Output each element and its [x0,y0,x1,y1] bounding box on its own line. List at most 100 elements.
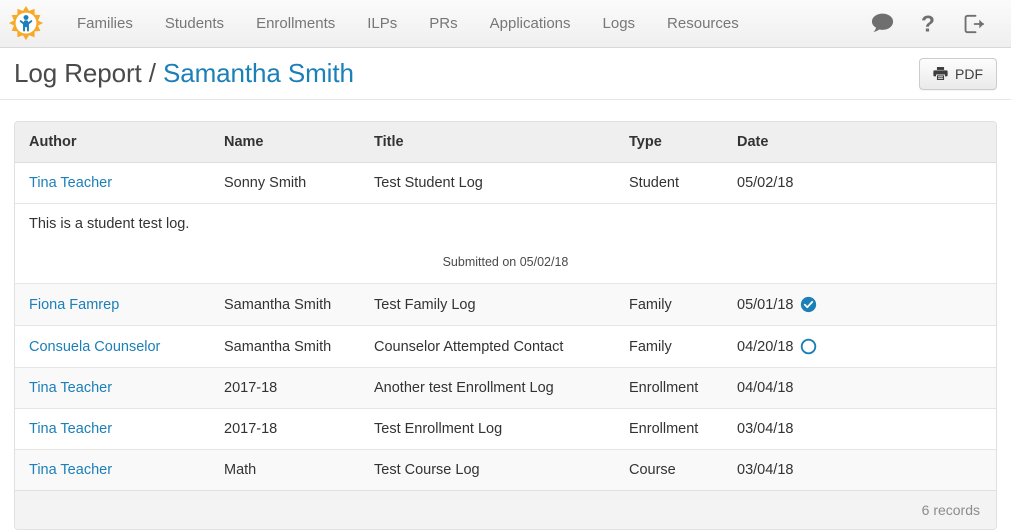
table-row[interactable]: Consuela Counselor Samantha Smith Counse… [15,325,996,368]
cell-date: 05/02/18 [723,162,996,204]
cell-name: 2017-18 [210,408,360,450]
date-value: 03/04/18 [737,421,794,438]
cell-type: Family [615,325,723,368]
column-header-name[interactable]: Name [210,122,360,163]
log-table-header: Author Name Title Type Date [15,122,996,163]
table-header-row: Author Name Title Type Date [15,122,996,163]
pdf-button-label: PDF [955,65,983,82]
nav-link-students[interactable]: Students [149,1,240,47]
nav-link-logs[interactable]: Logs [587,1,652,47]
cell-author: Tina Teacher [15,408,210,450]
page-title-prefix: Log Report / [14,58,164,88]
log-table-panel: Author Name Title Type Date Tina Teacher… [14,121,997,530]
record-count: 6 records [921,502,980,519]
table-row[interactable]: Tina Teacher Math Test Course Log Course… [15,449,996,491]
cell-date: 05/01/18 [723,283,996,326]
nav-link-ilps[interactable]: ILPs [351,1,413,47]
date-with-status: 05/01/18 [737,296,817,313]
log-detail-body: This is a student test log. [29,216,190,232]
pdf-button[interactable]: PDF [919,57,997,90]
nav-link-applications[interactable]: Applications [474,1,587,47]
column-header-title[interactable]: Title [360,122,615,163]
nav-item-students[interactable]: Students [149,0,240,47]
page-title-subject: Samantha Smith [163,58,354,88]
nav-link-resources[interactable]: Resources [651,1,755,47]
nav-link-enrollments[interactable]: Enrollments [240,1,351,47]
cell-author: Tina Teacher [15,449,210,491]
log-table: Author Name Title Type Date Tina Teacher… [15,122,996,491]
column-header-type[interactable]: Type [615,122,723,163]
nav-actions: ? [859,1,997,47]
cell-type: Enrollment [615,408,723,450]
printer-icon [933,67,948,80]
date-with-status: 04/20/18 [737,338,817,355]
log-detail-row: This is a student test log. Submitted on… [15,202,996,284]
cell-date: 04/04/18 [723,367,996,409]
cell-title: Another test Enrollment Log [360,367,615,409]
table-footer: 6 records [15,490,996,530]
nav-link-families[interactable]: Families [61,1,149,47]
check-circle-filled-icon [801,297,817,313]
author-link[interactable]: Tina Teacher [29,462,112,478]
cell-title: Test Family Log [360,283,615,326]
table-row[interactable]: Tina Teacher 2017-18 Another test Enroll… [15,367,996,409]
date-with-status: 03/04/18 [737,421,793,437]
date-value: 04/20/18 [737,338,794,355]
date-with-status: 04/04/18 [737,380,793,396]
cell-type: Student [615,162,723,204]
cell-type: Course [615,449,723,491]
date-value: 03/04/18 [737,462,794,479]
circle-outline-icon [801,339,817,355]
chat-bubble-icon [871,13,893,32]
cell-name: Math [210,449,360,491]
table-row[interactable]: Tina Teacher 2017-18 Test Enrollment Log… [15,408,996,450]
nav-item-prs[interactable]: PRs [413,0,473,47]
messages-button[interactable] [859,1,905,47]
app-logo[interactable] [5,3,47,45]
page-title: Log Report / Samantha Smith [14,58,354,89]
nav-item-families[interactable]: Families [61,0,149,47]
nav-menu: Families Students Enrollments ILPs PRs A… [61,0,755,47]
date-value: 05/02/18 [737,175,794,191]
sun-person-logo-icon [8,5,44,40]
top-navbar: Families Students Enrollments ILPs PRs A… [0,0,1011,48]
cell-author: Consuela Counselor [15,325,210,368]
page-header: Log Report / Samantha Smith PDF [0,48,1011,100]
nav-item-resources[interactable]: Resources [651,0,755,47]
date-value: 04/04/18 [737,380,794,397]
date-value: 05/01/18 [737,296,794,313]
question-mark-icon: ? [921,11,935,37]
help-button[interactable]: ? [905,1,951,47]
cell-name: 2017-18 [210,367,360,409]
author-link[interactable]: Tina Teacher [29,380,112,396]
nav-link-prs[interactable]: PRs [413,1,473,47]
log-table-body: Tina Teacher Sonny Smith Test Student Lo… [15,162,996,491]
author-link[interactable]: Tina Teacher [29,421,112,437]
nav-item-applications[interactable]: Applications [474,0,587,47]
cell-title: Test Enrollment Log [360,408,615,450]
cell-date: 03/04/18 [723,449,996,491]
cell-name: Samantha Smith [210,325,360,368]
cell-name: Samantha Smith [210,283,360,326]
cell-date: 03/04/18 [723,408,996,450]
nav-item-enrollments[interactable]: Enrollments [240,0,351,47]
cell-title: Test Student Log [360,162,615,204]
cell-type: Enrollment [615,367,723,409]
logout-icon [964,14,985,33]
cell-author: Fiona Famrep [15,283,210,326]
logout-button[interactable] [951,1,997,47]
cell-date: 04/20/18 [723,325,996,368]
author-link[interactable]: Fiona Famrep [29,297,119,313]
date-with-status: 05/02/18 [737,175,793,191]
date-with-status: 03/04/18 [737,462,793,478]
column-header-date[interactable]: Date [723,122,996,163]
cell-name: Sonny Smith [210,162,360,204]
author-link[interactable]: Consuela Counselor [29,339,160,355]
nav-item-logs[interactable]: Logs [587,0,652,47]
table-row[interactable]: Tina Teacher Sonny Smith Test Student Lo… [15,162,996,204]
author-link[interactable]: Tina Teacher [29,175,112,191]
column-header-author[interactable]: Author [15,122,210,163]
cell-title: Test Course Log [360,449,615,491]
table-row[interactable]: Fiona Famrep Samantha Smith Test Family … [15,283,996,326]
nav-item-ilps[interactable]: ILPs [351,0,413,47]
